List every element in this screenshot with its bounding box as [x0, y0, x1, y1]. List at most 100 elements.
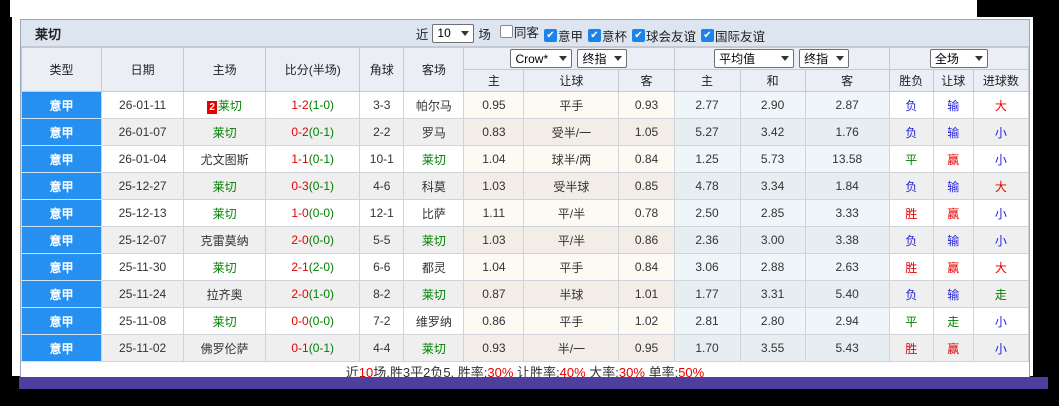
- euro-away-odds: 5.40: [805, 281, 889, 308]
- asian-away-odds: 0.85: [619, 173, 674, 200]
- asian-home-odds: 1.04: [464, 254, 524, 281]
- league-cell: 意甲: [22, 146, 102, 173]
- euro-final-select[interactable]: 终指: [799, 49, 849, 68]
- result-goals: 走: [973, 281, 1028, 308]
- table-header: 类型 日期 主场 比分(半场) 角球 客场 Crow* 终指: [22, 48, 1029, 92]
- result-handicap: 赢: [933, 335, 973, 362]
- home-team-cell: 佛罗伦萨: [184, 335, 266, 362]
- euro-home-odds: 2.50: [674, 200, 740, 227]
- euro-draw-odds: 3.42: [740, 119, 805, 146]
- scope-select[interactable]: 全场: [930, 49, 988, 68]
- home-team-name: 莱切: [213, 126, 237, 140]
- asian-away-odds: 1.02: [619, 308, 674, 335]
- result-goals: 小: [973, 335, 1028, 362]
- match-row: 意甲25-11-30莱切2-1(2-0)6-6都灵1.04平手0.843.062…: [22, 254, 1029, 281]
- euro-draw-odds: 3.34: [740, 173, 805, 200]
- fulltime-score: 1-0: [291, 206, 308, 220]
- chevron-down-icon: [614, 56, 622, 61]
- col-header-date: 日期: [102, 48, 184, 92]
- checkbox-checked-icon[interactable]: ✔: [632, 29, 645, 42]
- asian-final-select[interactable]: 终指: [577, 49, 627, 68]
- date-cell: 25-11-30: [102, 254, 184, 281]
- fulltime-score: 2-1: [291, 260, 308, 274]
- fulltime-score: 2-0: [291, 233, 308, 247]
- top-strip: [10, 0, 977, 17]
- checkbox-label: 球会友谊: [646, 26, 696, 45]
- score-cell: 2-1(2-0): [266, 254, 360, 281]
- euro-home-odds: 2.77: [674, 92, 740, 119]
- asian-handicap: 平/半: [524, 227, 619, 254]
- euro-away-odds: 2.63: [805, 254, 889, 281]
- matches-label: 场: [478, 24, 491, 43]
- euro-home-odds: 1.25: [674, 146, 740, 173]
- checkbox-checked-icon[interactable]: ✔: [588, 29, 601, 42]
- result-wdl: 平: [889, 146, 933, 173]
- corner-cell: 5-5: [360, 227, 404, 254]
- away-team-name: 维罗纳: [416, 315, 452, 329]
- euro-draw-odds: 2.88: [740, 254, 805, 281]
- score-cell: 2-0(0-0): [266, 227, 360, 254]
- euro-average-select[interactable]: 平均值: [714, 49, 794, 68]
- checkbox-group: 同客✔意甲✔意杯✔球会友谊✔国际友谊: [495, 22, 765, 45]
- score-cell: 0-1(0-1): [266, 335, 360, 362]
- filter-checkbox-item: ✔球会友谊: [632, 26, 696, 45]
- away-team-cell: 莱切: [404, 281, 464, 308]
- checkbox-checked-icon[interactable]: ✔: [544, 29, 557, 42]
- asian-home-odds: 1.03: [464, 227, 524, 254]
- subcol-asian-handicap: 让球: [524, 70, 619, 92]
- result-goals: 小: [973, 308, 1028, 335]
- asian-away-odds: 0.95: [619, 335, 674, 362]
- corner-cell: 4-6: [360, 173, 404, 200]
- result-wdl: 负: [889, 281, 933, 308]
- league-cell: 意甲: [22, 254, 102, 281]
- result-goals: 小: [973, 227, 1028, 254]
- home-team-cell: 莱切: [184, 254, 266, 281]
- checkbox-unchecked-icon[interactable]: [500, 25, 513, 38]
- corner-cell: 7-2: [360, 308, 404, 335]
- corner-cell: 3-3: [360, 92, 404, 119]
- table-body: 意甲26-01-112莱切1-2(1-0)3-3帕尔马0.95平手0.932.7…: [22, 92, 1029, 362]
- euro-away-odds: 1.84: [805, 173, 889, 200]
- home-team-name: 莱切: [213, 180, 237, 194]
- result-group-header: 全场: [889, 48, 1028, 70]
- filter-checkbox-item: ✔意杯: [588, 26, 627, 45]
- bookmaker-select[interactable]: Crow*: [510, 49, 572, 68]
- match-row: 意甲25-11-24拉齐奥2-0(1-0)8-2莱切0.87半球1.011.77…: [22, 281, 1029, 308]
- chevron-down-icon: [461, 31, 469, 36]
- corner-cell: 6-6: [360, 254, 404, 281]
- home-team-name: 莱切: [218, 99, 242, 113]
- match-row: 意甲25-12-07克雷莫纳2-0(0-0)5-5莱切1.03平/半0.862.…: [22, 227, 1029, 254]
- euro-home-odds: 1.77: [674, 281, 740, 308]
- checkbox-label: 国际友谊: [715, 26, 765, 45]
- away-team-cell: 都灵: [404, 254, 464, 281]
- euro-final-select-value: 终指: [804, 50, 828, 67]
- euro-home-odds: 3.06: [674, 254, 740, 281]
- result-wdl: 平: [889, 308, 933, 335]
- result-handicap: 走: [933, 308, 973, 335]
- subcol-euro-away: 客: [805, 70, 889, 92]
- asian-home-odds: 1.03: [464, 173, 524, 200]
- filter-checkbox-item: ✔意甲: [544, 26, 583, 45]
- result-wdl: 负: [889, 92, 933, 119]
- away-team-name: 莱切: [422, 342, 446, 356]
- home-team-name: 莱切: [213, 315, 237, 329]
- away-team-name: 都灵: [422, 261, 446, 275]
- league-cell: 意甲: [22, 173, 102, 200]
- halftime-score: (1-0): [309, 287, 334, 301]
- result-wdl: 胜: [889, 254, 933, 281]
- checkbox-label: 意甲: [558, 26, 583, 45]
- date-cell: 25-12-07: [102, 227, 184, 254]
- home-team-name: 拉齐奥: [207, 288, 243, 302]
- date-cell: 25-12-27: [102, 173, 184, 200]
- asian-home-odds: 0.95: [464, 92, 524, 119]
- asian-away-odds: 0.93: [619, 92, 674, 119]
- match-row: 意甲26-01-112莱切1-2(1-0)3-3帕尔马0.95平手0.932.7…: [22, 92, 1029, 119]
- league-cell: 意甲: [22, 92, 102, 119]
- subcol-euro-draw: 和: [740, 70, 805, 92]
- recent-count-select[interactable]: 10: [432, 24, 474, 43]
- date-cell: 25-11-24: [102, 281, 184, 308]
- asian-away-odds: 0.84: [619, 254, 674, 281]
- halftime-score: (0-1): [309, 125, 334, 139]
- col-header-away: 客场: [404, 48, 464, 92]
- checkbox-checked-icon[interactable]: ✔: [701, 29, 714, 42]
